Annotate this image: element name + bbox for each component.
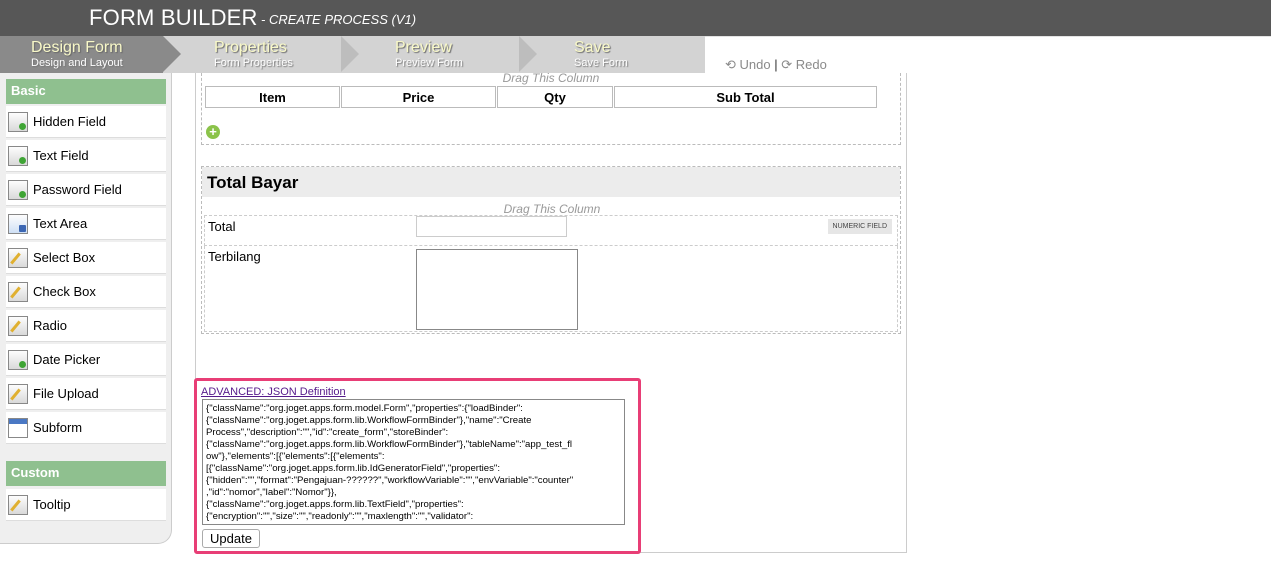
step-preview[interactable]: Preview Preview Form (359, 36, 519, 73)
numeric-field-badge: NUMERIC FIELD (827, 219, 892, 234)
palette-item-label: Date Picker (33, 352, 101, 367)
add-row-icon[interactable]: + (206, 125, 220, 139)
step-save[interactable]: Save Save Form (537, 36, 705, 73)
update-button[interactable]: Update (202, 529, 260, 548)
step-arrow (519, 36, 537, 72)
undo-redo-bar: ⟲ Undo | ⟳ Redo (705, 36, 1271, 73)
step-design-form[interactable]: Design Form Design and Layout (0, 36, 163, 73)
palette-item-radio[interactable]: Radio (6, 310, 166, 342)
palette-item-label: File Upload (33, 386, 99, 401)
file-upload-icon (8, 384, 28, 404)
hidden-field-icon (8, 112, 28, 132)
section-title: Total Bayar (202, 167, 900, 197)
app-title: FORM BUILDER (89, 5, 258, 30)
date-picker-icon (8, 350, 28, 370)
grid-column-header: Item (205, 86, 340, 108)
step-properties[interactable]: Properties Form Properties (181, 36, 341, 73)
redo-button[interactable]: ⟳ Redo (781, 57, 827, 72)
field-label: Terbilang (208, 249, 261, 264)
wizard-steps: Design Form Design and Layout Properties… (0, 36, 705, 73)
undo-icon: ⟲ (725, 57, 736, 72)
palette-item-label: Check Box (33, 284, 96, 299)
form-section-total-bayar[interactable]: Total Bayar Drag This Column Total NUMER… (201, 166, 901, 334)
text-area-icon (8, 214, 28, 234)
redo-label: Redo (795, 57, 827, 72)
step-arrow (341, 36, 359, 72)
password-field-icon (8, 180, 28, 200)
grid-column-header: Sub Total (614, 86, 877, 108)
drag-column-handle[interactable]: Drag This Column (201, 71, 901, 85)
step-label: Save (574, 39, 611, 56)
palette-item-file-upload[interactable]: File Upload (6, 378, 166, 410)
check-box-icon (8, 282, 28, 302)
palette-item-label: Tooltip (33, 497, 71, 512)
palette-item-label: Hidden Field (33, 114, 106, 129)
app-header: FORM BUILDER - CREATE PROCESS (V1) (0, 0, 1271, 36)
palette-item-check-box[interactable]: Check Box (6, 276, 166, 308)
step-sublabel: Design and Layout (31, 57, 123, 69)
tooltip-icon (8, 495, 28, 515)
radio-icon (8, 316, 28, 336)
terbilang-textarea[interactable] (416, 249, 578, 330)
palette-item-label: Password Field (33, 182, 122, 197)
toolbar-separator: | (774, 57, 778, 72)
step-label: Properties (214, 39, 287, 56)
palette-item-hidden-field[interactable]: Hidden Field (6, 106, 166, 138)
drag-column-handle[interactable]: Drag This Column (202, 202, 902, 216)
select-box-icon (8, 248, 28, 268)
palette-item-subform[interactable]: Subform (6, 412, 166, 444)
palette-category-custom[interactable]: Custom (6, 461, 166, 486)
palette-item-label: Text Field (33, 148, 89, 163)
redo-icon: ⟳ (781, 57, 793, 72)
grid-column-header: Qty (497, 86, 613, 108)
palette-item-select-box[interactable]: Select Box (6, 242, 166, 274)
step-label: Preview (395, 39, 452, 56)
grid-header: Item Price Qty Sub Total (205, 86, 878, 108)
palette-item-text-area[interactable]: Text Area (6, 208, 166, 240)
step-arrow (163, 36, 181, 72)
step-sublabel: Save Form (574, 57, 628, 69)
palette-item-label: Select Box (33, 250, 96, 265)
palette-item-text-field[interactable]: Text Field (6, 140, 166, 172)
text-field-icon (8, 146, 28, 166)
json-definition-textarea[interactable]: {"className":"org.joget.apps.form.model.… (202, 399, 625, 525)
palette-item-tooltip[interactable]: Tooltip (6, 489, 166, 521)
field-palette: Basic Hidden Field Text Field Password F… (0, 73, 172, 544)
step-sublabel: Form Properties (214, 57, 293, 69)
field-total[interactable]: Total NUMERIC FIELD (204, 215, 898, 246)
step-label: Design Form (31, 39, 123, 56)
palette-item-label: Text Area (33, 216, 88, 231)
grid-column-header: Price (341, 86, 496, 108)
step-sublabel: Preview Form (395, 57, 463, 69)
undo-label: Undo (739, 57, 771, 72)
undo-button[interactable]: ⟲ Undo (725, 57, 771, 72)
palette-item-date-picker[interactable]: Date Picker (6, 344, 166, 376)
palette-category-basic[interactable]: Basic (6, 79, 166, 104)
field-label: Total (208, 219, 236, 234)
app-subtitle: - CREATE PROCESS (V1) (261, 12, 417, 27)
palette-item-label: Subform (33, 420, 83, 435)
palette-item-label: Radio (33, 318, 67, 333)
advanced-json-link[interactable]: ADVANCED: JSON Definition (201, 386, 346, 398)
advanced-json-panel: ADVANCED: JSON Definition {"className":"… (194, 378, 641, 554)
field-terbilang[interactable]: Terbilang (204, 246, 898, 332)
total-input[interactable] (416, 216, 567, 237)
palette-item-password-field[interactable]: Password Field (6, 174, 166, 206)
subform-icon (8, 418, 28, 438)
